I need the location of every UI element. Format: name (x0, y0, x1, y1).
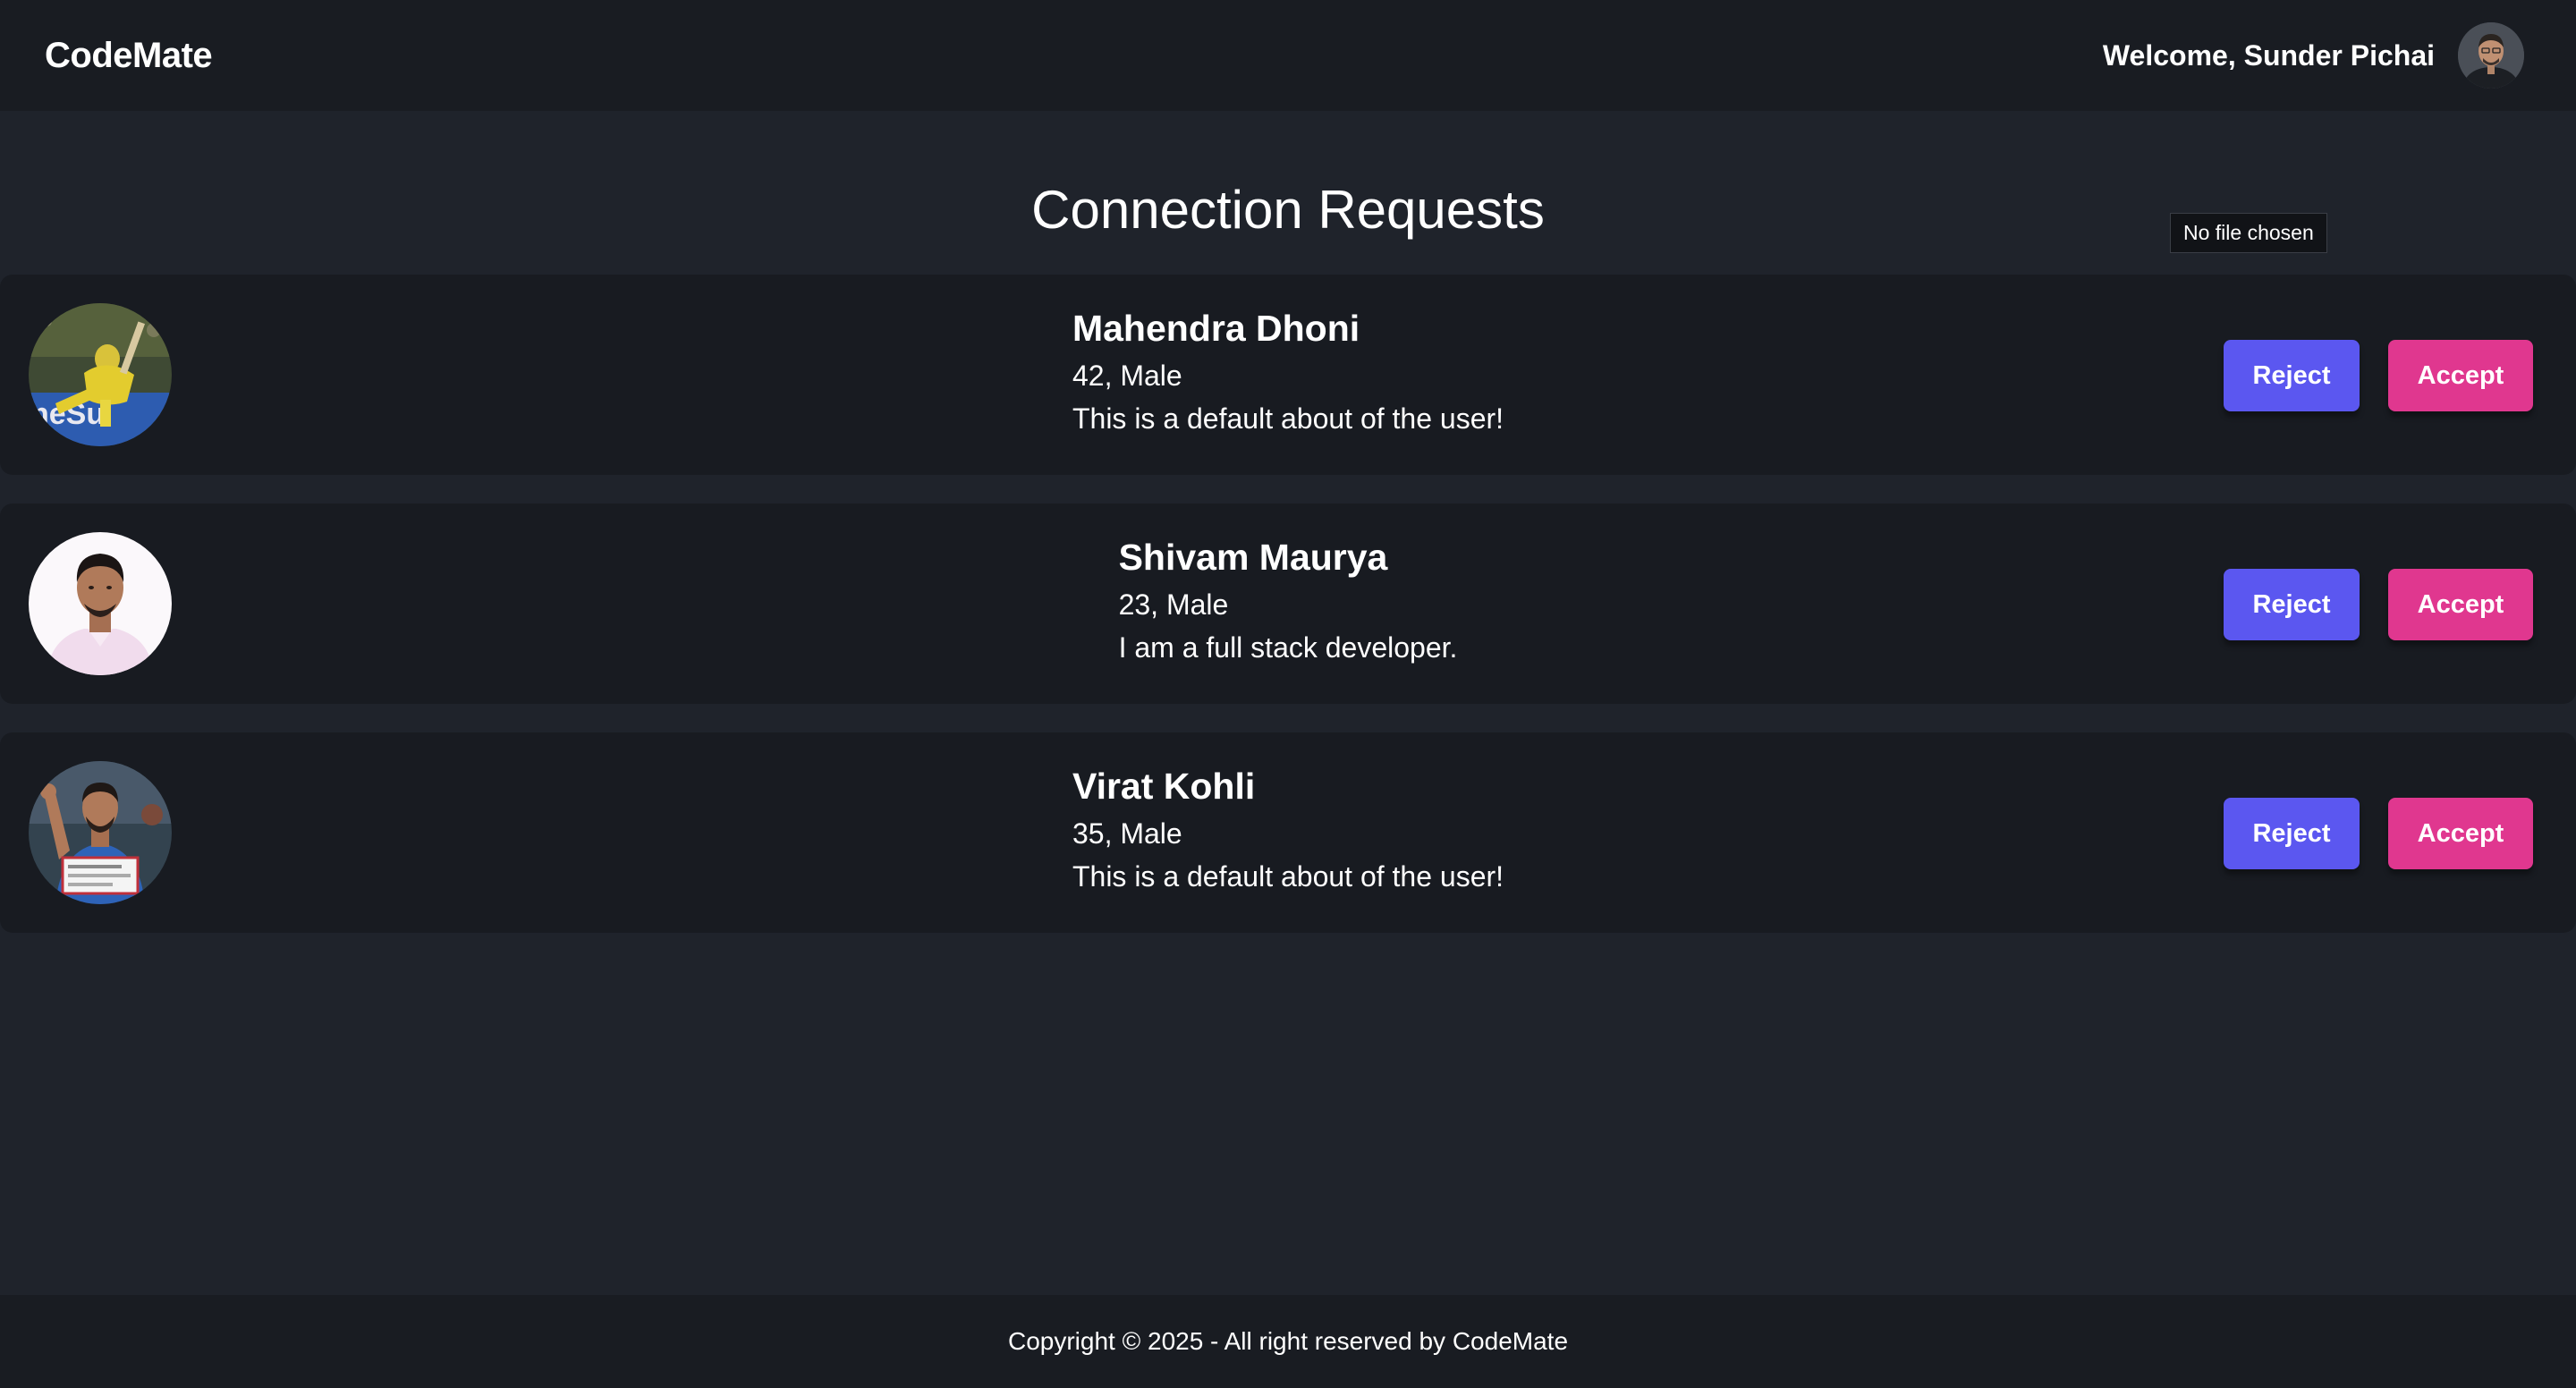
reject-button[interactable]: Reject (2224, 798, 2360, 869)
brand-logo[interactable]: CodeMate (45, 36, 213, 76)
request-card: neSu Mahendra Dhoni 42, Male This is a d… (0, 275, 2576, 475)
request-info: Mahendra Dhoni 42, Male This is a defaul… (0, 307, 2576, 440)
request-age-gender: 42, Male (1072, 360, 1182, 393)
reject-button[interactable]: Reject (2224, 569, 2360, 640)
request-name: Virat Kohli (1072, 766, 1256, 807)
user-menu: Welcome, Sunder Pichai (2103, 22, 2524, 89)
copyright-text: Copyright © 2025 - All right reserved by… (1007, 1327, 1569, 1355)
request-about: I am a full stack developer. (1118, 631, 1458, 664)
request-age-gender: 35, Male (1072, 817, 1182, 851)
request-actions: Reject Accept (2224, 798, 2533, 869)
accept-button[interactable]: Accept (2388, 340, 2533, 411)
request-card: Virat Kohli 35, Male This is a default a… (0, 732, 2576, 933)
request-age-gender: 23, Male (1118, 588, 1229, 622)
request-actions: Reject Accept (2224, 569, 2533, 640)
request-info: Virat Kohli 35, Male This is a default a… (0, 765, 2576, 898)
accept-button[interactable]: Accept (2388, 569, 2533, 640)
reject-button[interactable]: Reject (2224, 340, 2360, 411)
request-list: neSu Mahendra Dhoni 42, Male This is a d… (0, 275, 2576, 961)
file-input-tooltip: No file chosen (2170, 213, 2327, 253)
navbar: CodeMate Welcome, Sunder Pichai (0, 0, 2576, 111)
request-info: Shivam Maurya 23, Male I am a full stack… (0, 536, 2576, 669)
accept-button[interactable]: Accept (2388, 798, 2533, 869)
request-name: Mahendra Dhoni (1072, 308, 1360, 349)
footer: Copyright © 2025 - All right reserved by… (0, 1295, 2576, 1388)
request-name: Shivam Maurya (1118, 537, 1388, 578)
welcome-text: Welcome, Sunder Pichai (2102, 38, 2435, 72)
request-about: This is a default about of the user! (1072, 860, 1504, 893)
user-avatar[interactable] (2458, 22, 2524, 89)
request-about: This is a default about of the user! (1072, 402, 1504, 436)
request-actions: Reject Accept (2224, 340, 2533, 411)
request-card: Shivam Maurya 23, Male I am a full stack… (0, 504, 2576, 704)
